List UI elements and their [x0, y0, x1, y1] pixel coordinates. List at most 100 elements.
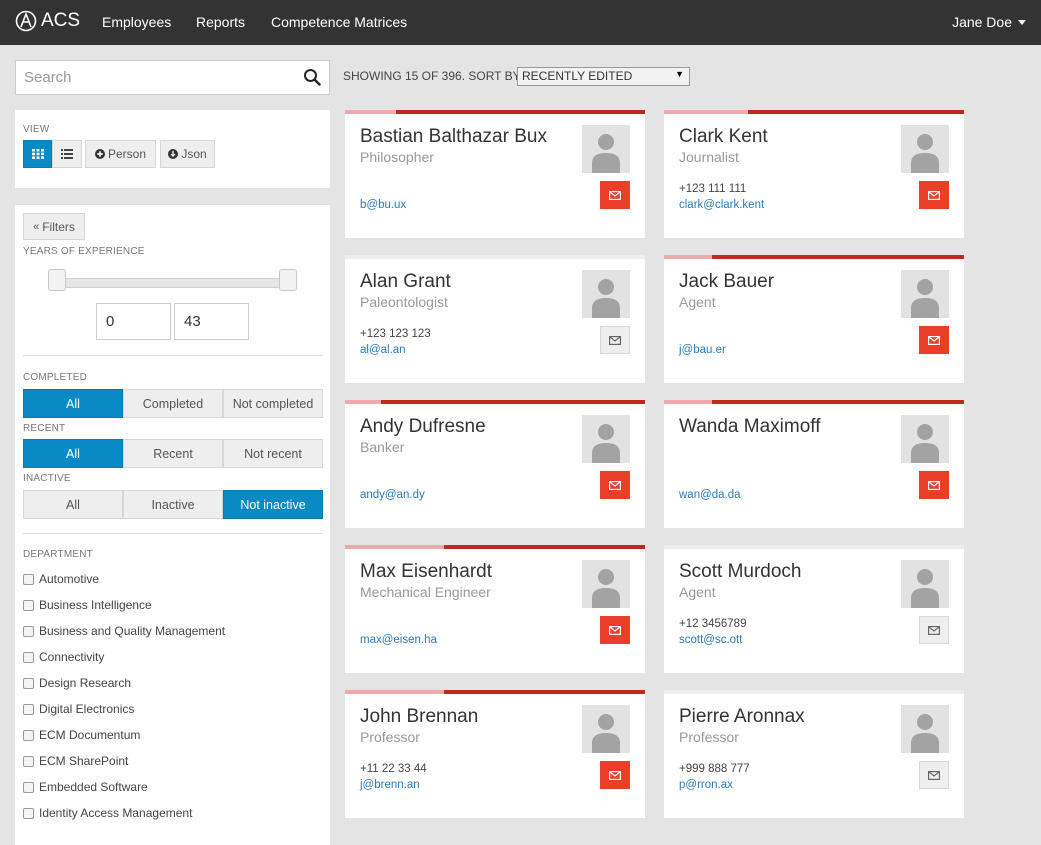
employee-card[interactable]: Andy Dufresne Banker andy@an.dy [345, 400, 645, 528]
add-person-button[interactable]: Person [85, 140, 156, 168]
send-email-button[interactable] [600, 326, 630, 354]
employee-card[interactable]: Max Eisenhardt Mechanical Engineer max@eis… [345, 545, 645, 673]
checkbox[interactable] [23, 781, 34, 793]
send-email-button[interactable] [919, 326, 949, 354]
years-slider-track[interactable] [55, 278, 295, 288]
list-view-button[interactable] [52, 140, 82, 168]
json-button[interactable]: Json [160, 140, 215, 168]
years-slider-min-handle[interactable] [48, 269, 66, 291]
brand[interactable]: ACS [15, 10, 80, 32]
inactive-not-inactive[interactable]: Not inactive [223, 490, 323, 519]
send-email-button[interactable] [919, 471, 949, 499]
department-checkbox-item[interactable]: Business Intelligence [23, 598, 152, 612]
checkbox[interactable] [23, 573, 34, 585]
completed-not-completed[interactable]: Not completed [223, 389, 323, 418]
checkbox[interactable] [23, 677, 34, 689]
checkbox[interactable] [23, 625, 34, 637]
logo-icon [15, 10, 37, 32]
department-label-text: Digital Electronics [39, 702, 135, 716]
competence-progress-bar [664, 545, 964, 549]
completed-completed[interactable]: Completed [123, 389, 223, 418]
department-checkbox-item[interactable]: Connectivity [23, 650, 104, 664]
double-chevron-left-icon: « [33, 220, 40, 233]
employee-card[interactable]: Scott Murdoch Agent +12 3456789 scott@sc.ot… [664, 545, 964, 673]
nav-employees[interactable]: Employees [102, 14, 171, 30]
competence-progress-bar [345, 545, 645, 549]
person-placeholder-icon [911, 714, 939, 753]
results-count: SHOWING 15 OF 396. SORT BY [343, 69, 521, 83]
filters-button-label: Filters [42, 219, 75, 234]
employee-email[interactable]: scott@sc.ott [679, 634, 742, 646]
employee-card[interactable]: John Brennan Professor +11 22 33 44 j@brenn… [345, 690, 645, 818]
employee-title: Professor [360, 729, 420, 745]
employee-email[interactable]: max@eisen.ha [360, 634, 437, 646]
send-email-button[interactable] [600, 471, 630, 499]
employee-card[interactable]: Wanda Maximoff wan@da.da [664, 400, 964, 528]
send-email-button[interactable] [919, 761, 949, 789]
years-slider-max-handle[interactable] [279, 269, 297, 291]
employee-email[interactable]: b@bu.ux [360, 199, 406, 211]
employee-email[interactable]: andy@an.dy [360, 489, 425, 501]
employee-card[interactable]: Bastian Balthazar Bux Philosopher b@bu.ux [345, 110, 645, 238]
checkbox[interactable] [23, 729, 34, 741]
employee-name: Alan Grant [360, 271, 451, 292]
employee-title: Agent [679, 584, 716, 600]
envelope-icon [928, 480, 940, 490]
send-email-button[interactable] [919, 181, 949, 209]
employee-card[interactable]: Clark Kent Journalist +123 111 111 clark@cl… [664, 110, 964, 238]
nav-competence-matrices[interactable]: Competence Matrices [271, 14, 407, 30]
department-checkbox-item[interactable]: Automotive [23, 572, 99, 586]
employee-email[interactable]: wan@da.da [679, 489, 741, 501]
checkbox[interactable] [23, 599, 34, 611]
employee-email[interactable]: p@rron.ax [679, 779, 733, 791]
employee-email[interactable]: j@brenn.an [360, 779, 420, 791]
completed-all[interactable]: All [23, 389, 123, 418]
person-placeholder-icon [911, 569, 939, 608]
department-checkbox-item[interactable]: Identity Access Management [23, 806, 192, 820]
filters-toggle-button[interactable]: « Filters [23, 213, 85, 240]
years-min-input[interactable]: 0 [96, 303, 171, 340]
recent-all[interactable]: All [23, 439, 123, 468]
search-icon[interactable] [303, 68, 321, 86]
inactive-all[interactable]: All [23, 490, 123, 519]
employee-title: Paleontologist [360, 294, 448, 310]
checkbox[interactable] [23, 703, 34, 715]
search-box [15, 60, 330, 95]
inactive-inactive[interactable]: Inactive [123, 490, 223, 519]
send-email-button[interactable] [600, 616, 630, 644]
user-menu[interactable]: Jane Doe [952, 14, 1026, 30]
top-navbar: ACS Employees Reports Competence Matrice… [0, 0, 1041, 45]
years-max-input[interactable]: 43 [174, 303, 249, 340]
employee-title: Philosopher [360, 149, 434, 165]
send-email-button[interactable] [919, 616, 949, 644]
department-checkbox-item[interactable]: Embedded Software [23, 780, 148, 794]
department-label-text: ECM SharePoint [39, 754, 129, 768]
employee-email[interactable]: clark@clark.kent [679, 199, 764, 211]
checkbox[interactable] [23, 651, 34, 663]
recent-recent[interactable]: Recent [123, 439, 223, 468]
sort-select[interactable]: RECENTLY EDITED ▼ [517, 67, 690, 86]
department-checkbox-item[interactable]: Digital Electronics [23, 702, 134, 716]
employee-email[interactable]: j@bau.er [679, 344, 726, 356]
competence-progress-bar [345, 400, 645, 404]
department-label-text: Embedded Software [39, 780, 148, 794]
send-email-button[interactable] [600, 761, 630, 789]
department-label-text: Connectivity [39, 650, 105, 664]
send-email-button[interactable] [600, 181, 630, 209]
department-checkbox-item[interactable]: ECM SharePoint [23, 754, 128, 768]
checkbox[interactable] [23, 807, 34, 819]
employee-card[interactable]: Pierre Aronnax Professor +999 888 777 p@rro… [664, 690, 964, 818]
recent-not-recent[interactable]: Not recent [223, 439, 323, 468]
department-checkbox-item[interactable]: ECM Documentum [23, 728, 140, 742]
employee-card[interactable]: Jack Bauer Agent j@bau.er [664, 255, 964, 383]
department-checkbox-item[interactable]: Design Research [23, 676, 131, 690]
employee-card[interactable]: Alan Grant Paleontologist +123 123 123 al@a… [345, 255, 645, 383]
search-input[interactable] [16, 61, 296, 94]
nav-reports[interactable]: Reports [196, 14, 245, 30]
checkbox[interactable] [23, 755, 34, 767]
employee-phone: +11 22 33 44 [360, 763, 427, 775]
employee-email[interactable]: al@al.an [360, 344, 406, 356]
department-checkbox-item[interactable]: Business and Quality Management [23, 624, 225, 638]
person-placeholder-icon [592, 424, 620, 463]
grid-view-button[interactable] [23, 140, 52, 168]
